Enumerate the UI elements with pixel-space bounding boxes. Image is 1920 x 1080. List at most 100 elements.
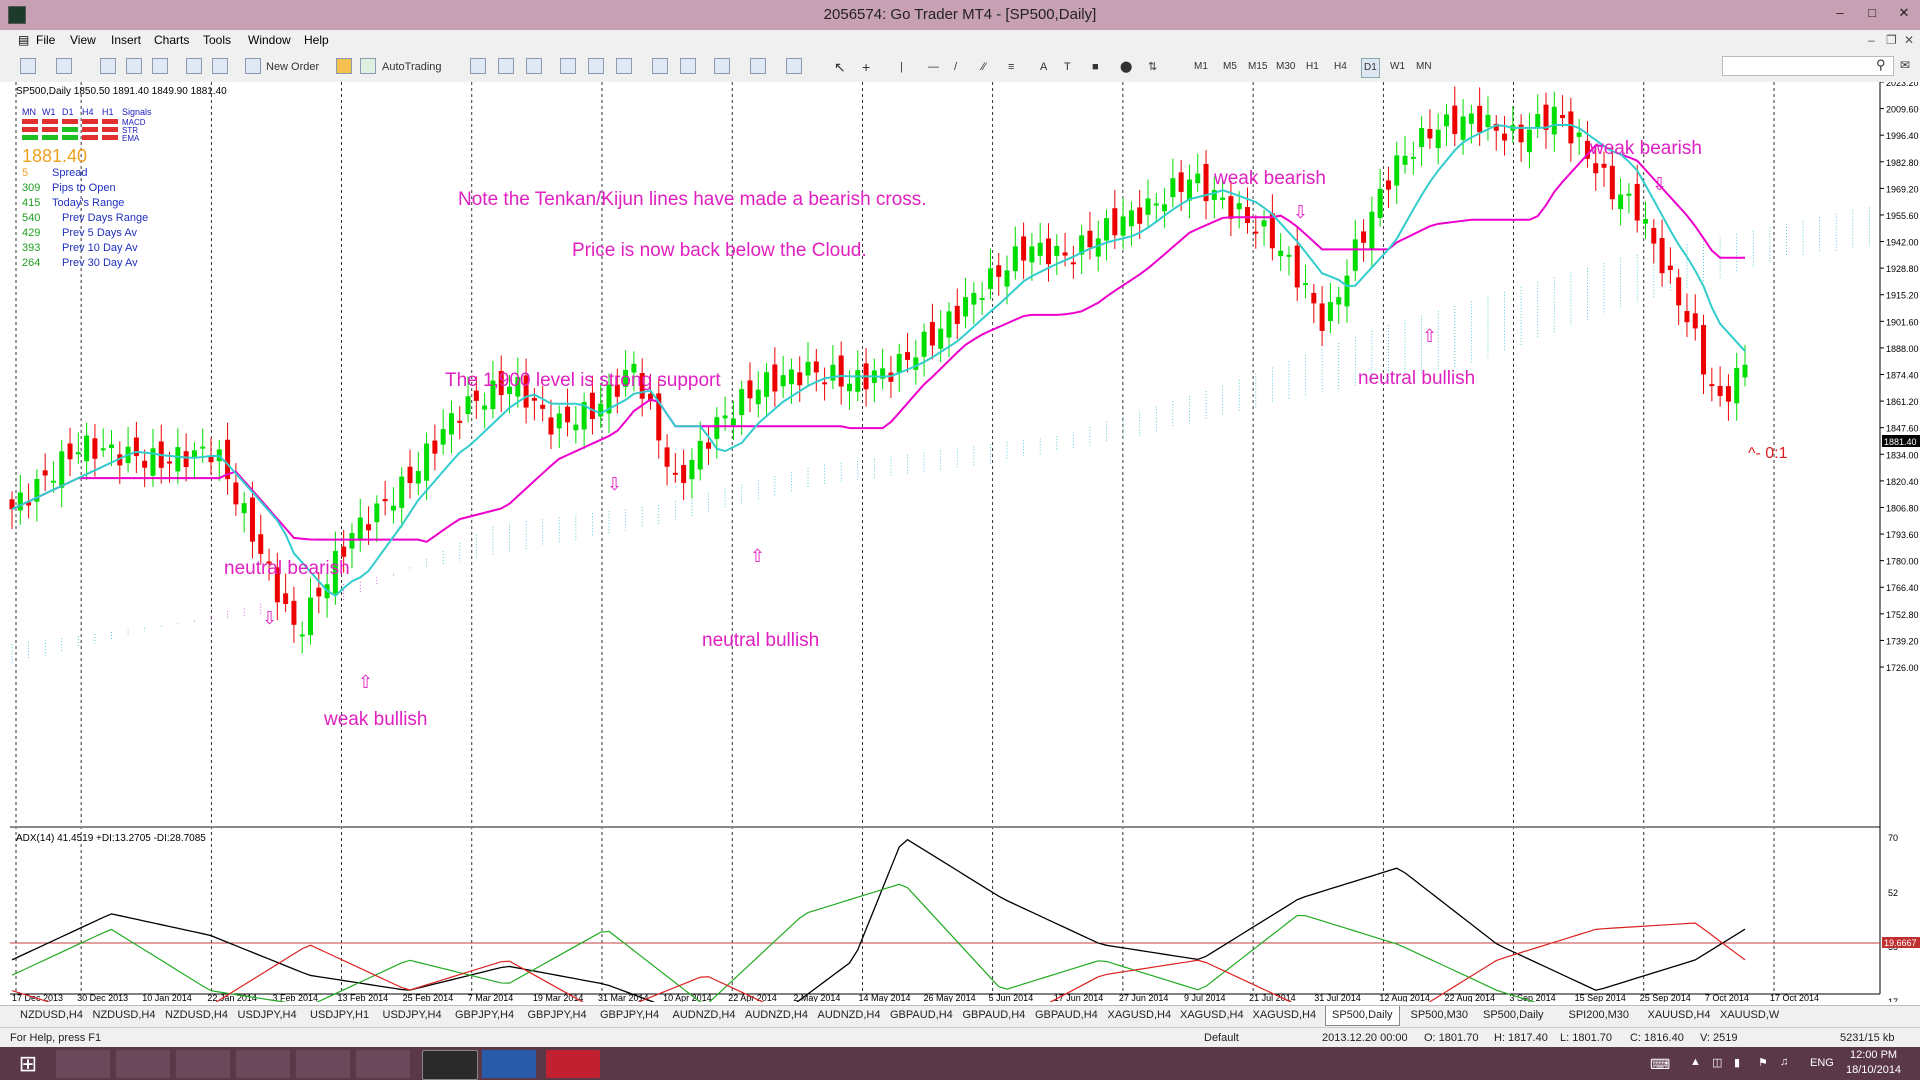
chart-window[interactable]: 2023.20 2009.60 1996.40 1982.80 1969.20 1955.… (0, 78, 1920, 1058)
timeframe-m15[interactable]: M15 (1248, 58, 1267, 76)
fibonacci-icon[interactable]: ≡ (1008, 58, 1014, 76)
chart-tab[interactable]: NZDUSD,H4 (20, 1009, 83, 1021)
timeframe-m1[interactable]: M1 (1194, 58, 1208, 76)
minimize-button[interactable]: – (1825, 2, 1855, 24)
timeframe-m30[interactable]: M30 (1276, 58, 1295, 76)
chart-tab[interactable]: SP500,Daily (1325, 1006, 1400, 1026)
timeframe-mn[interactable]: MN (1416, 58, 1432, 76)
timeframe-w1[interactable]: W1 (1390, 58, 1405, 76)
battery-icon[interactable]: ▮ (1734, 1056, 1740, 1069)
zoom-in-icon[interactable] (560, 58, 576, 74)
ellipse-icon[interactable]: ⬤ (1120, 58, 1132, 76)
menu-view[interactable]: View (70, 33, 96, 47)
auto-scroll-icon[interactable] (652, 58, 668, 74)
explorer-icon[interactable] (116, 1050, 170, 1078)
trendline-icon[interactable]: / (954, 58, 957, 76)
text-icon[interactable]: A (1040, 58, 1047, 76)
chart-tab[interactable]: NZDUSD,H4 (165, 1009, 228, 1021)
templates-icon[interactable] (786, 58, 802, 74)
mdi-minimize-icon[interactable]: – (1868, 33, 1875, 47)
new-chart-icon[interactable] (20, 58, 36, 74)
calculator-icon[interactable] (236, 1050, 290, 1078)
channel-icon[interactable]: ∕∕ (982, 58, 986, 76)
chart-tab[interactable]: AUDNZD,H4 (818, 1009, 881, 1021)
chart-shift-icon[interactable] (680, 58, 696, 74)
rectangle-icon[interactable]: ■ (1092, 58, 1099, 76)
mdi-restore-icon[interactable]: ❐ (1886, 33, 1897, 47)
bar-chart-icon[interactable] (470, 58, 486, 74)
chart-tab[interactable]: USDJPY,H4 (383, 1009, 442, 1021)
vertical-line-icon[interactable]: | (900, 58, 903, 76)
chart-tab[interactable]: SP500,Daily (1483, 1009, 1544, 1021)
chart-tab[interactable]: AUDNZD,H4 (745, 1009, 808, 1021)
clock-date[interactable]: 18/10/2014 (1846, 1064, 1901, 1076)
tile-windows-icon[interactable] (616, 58, 632, 74)
keyboard-icon[interactable]: ⌨ (1650, 1056, 1670, 1073)
chart-tab[interactable]: GBPJPY,H4 (528, 1009, 587, 1021)
chart-tab[interactable]: USDJPY,H4 (238, 1009, 297, 1021)
timeframe-h1[interactable]: H1 (1306, 58, 1319, 76)
new-order-icon[interactable] (245, 58, 261, 74)
app-icon-3[interactable] (356, 1050, 410, 1078)
autotrading-button[interactable]: AutoTrading (382, 58, 442, 76)
search-input[interactable] (1722, 56, 1894, 76)
chart-tab[interactable]: GBPAUD,H4 (963, 1009, 1026, 1021)
menu-charts[interactable]: Charts (154, 33, 189, 47)
word-icon[interactable] (482, 1050, 536, 1078)
language-indicator[interactable]: ENG (1810, 1057, 1834, 1069)
chart-tab[interactable]: XAGUSD,H4 (1180, 1009, 1244, 1021)
new-order-button[interactable]: New Order (266, 58, 319, 76)
menu-insert[interactable]: Insert (111, 33, 141, 47)
tester-icon[interactable] (212, 58, 228, 74)
tray-arrow-icon[interactable]: ▲ (1690, 1056, 1701, 1068)
clock-time[interactable]: 12:00 PM (1850, 1049, 1897, 1061)
chart-tab[interactable]: AUDNZD,H4 (673, 1009, 736, 1021)
timeframe-d1[interactable]: D1 (1361, 58, 1380, 78)
text-label-icon[interactable]: T (1064, 58, 1071, 76)
chart-tab[interactable]: NZDUSD,H4 (93, 1009, 156, 1021)
cursor-icon[interactable]: ↖ (834, 58, 846, 76)
chart-tab[interactable]: USDJPY,H1 (310, 1009, 369, 1021)
horizontal-line-icon[interactable]: — (928, 58, 939, 76)
mt4-task-icon[interactable] (422, 1050, 478, 1080)
autotrading-icon[interactable] (360, 58, 376, 74)
chart-tab[interactable]: SPI200,M30 (1569, 1009, 1630, 1021)
timeframe-h4[interactable]: H4 (1334, 58, 1347, 76)
terminal-icon[interactable] (186, 58, 202, 74)
timeframe-m5[interactable]: M5 (1223, 58, 1237, 76)
search-icon[interactable]: ⚲ (1876, 56, 1886, 74)
chart-tab[interactable]: GBPJPY,H4 (455, 1009, 514, 1021)
menu-doc-icon[interactable]: ▤ (18, 33, 29, 47)
candlestick-icon[interactable] (498, 58, 514, 74)
menu-file[interactable]: File (36, 33, 55, 47)
profiles-icon[interactable] (56, 58, 72, 74)
indicators-icon[interactable] (714, 58, 730, 74)
close-button[interactable]: ✕ (1889, 2, 1919, 24)
chart-tab[interactable]: XAUUSD,H4 (1648, 1009, 1711, 1021)
navigator-icon[interactable] (152, 58, 168, 74)
zoom-out-icon[interactable] (588, 58, 604, 74)
periods-icon[interactable] (750, 58, 766, 74)
crosshair-icon[interactable]: + (862, 58, 870, 76)
menu-help[interactable]: Help (304, 33, 329, 47)
app-icon-4[interactable] (546, 1050, 600, 1078)
metaeditor-icon[interactable] (336, 58, 352, 74)
app-icon-2[interactable] (296, 1050, 350, 1078)
ie-icon[interactable] (56, 1050, 110, 1078)
line-chart-icon[interactable] (526, 58, 542, 74)
data-window-icon[interactable] (126, 58, 142, 74)
volume-icon[interactable]: ♫ (1780, 1056, 1788, 1068)
mdi-close-icon[interactable]: ✕ (1904, 33, 1914, 47)
chrome-icon[interactable] (176, 1050, 230, 1078)
start-icon[interactable]: ⊞ (8, 1050, 48, 1078)
chart-tab[interactable]: XAGUSD,H4 (1253, 1009, 1317, 1021)
chart-tab[interactable]: XAUUSD,W (1720, 1009, 1779, 1021)
menu-tools[interactable]: Tools (203, 33, 231, 47)
chart-tab[interactable]: GBPAUD,H4 (890, 1009, 953, 1021)
community-icon[interactable]: ✉ (1900, 56, 1910, 74)
chart-tab[interactable]: SP500,M30 (1411, 1009, 1468, 1021)
menu-window[interactable]: Window (248, 33, 291, 47)
flag-icon[interactable]: ⚑ (1758, 1056, 1768, 1069)
chart-canvas[interactable]: 2023.20 2009.60 1996.40 1982.80 1969.20 1955.… (0, 78, 1920, 1058)
chart-tab[interactable]: GBPAUD,H4 (1035, 1009, 1098, 1021)
